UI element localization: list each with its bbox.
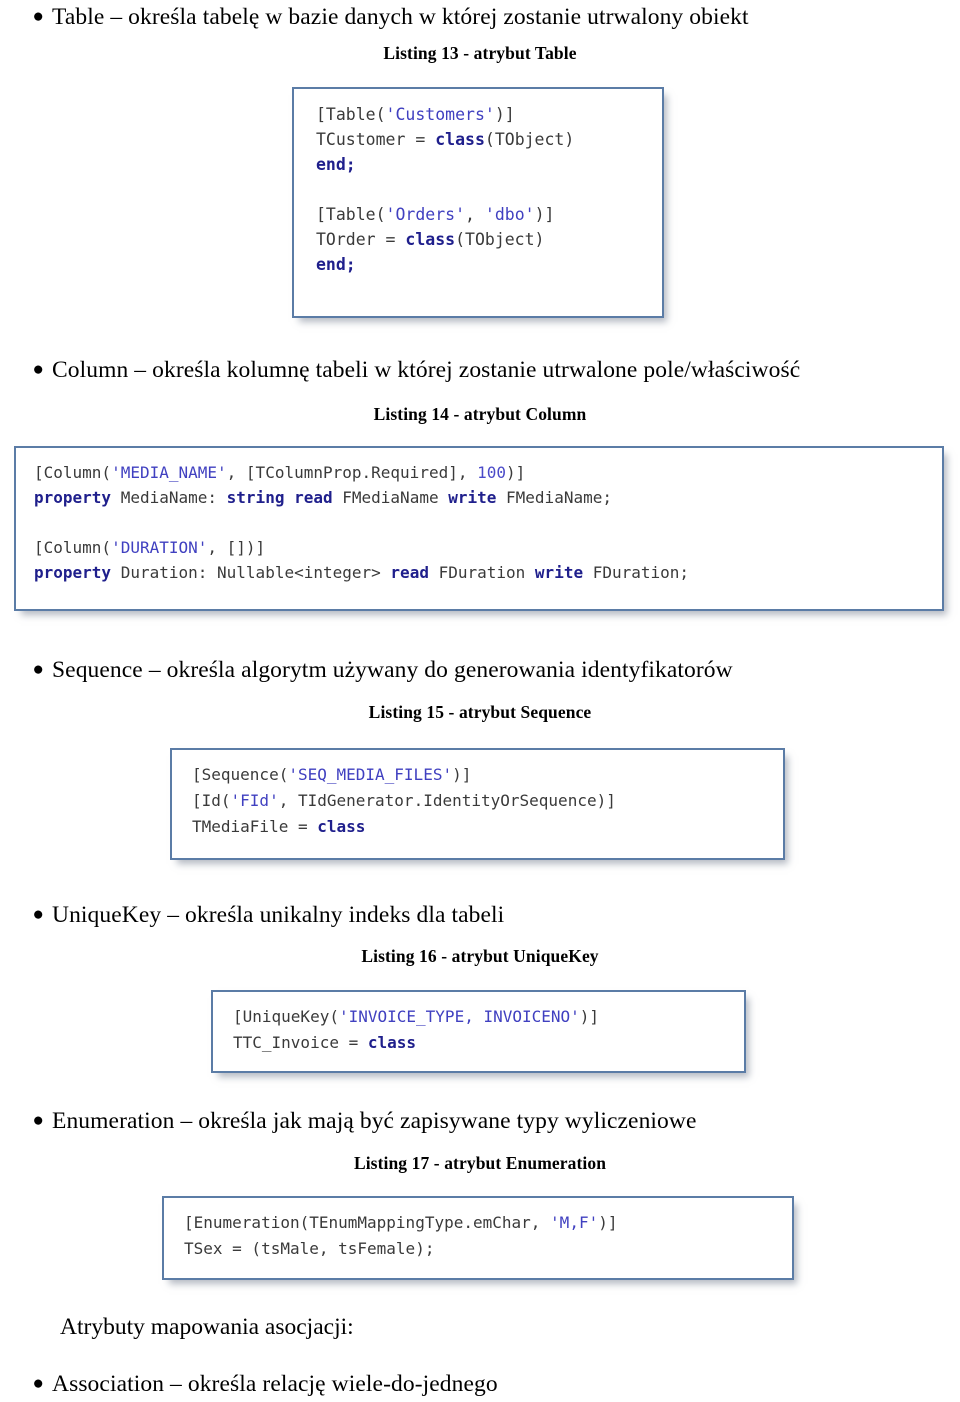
footer-heading-row: Atrybuty mapowania asocjacji: [0, 1312, 960, 1342]
listing-caption-14: Listing 14 - atrybut Column [373, 404, 587, 424]
bullet-item-table: ● Table – określa tabelę w bazie danych … [0, 2, 960, 32]
bullet-text-association: Association – określa relację wiele-do-j… [52, 1371, 498, 1397]
bullet-item-association: ● Association – określa relację wiele-do… [0, 1369, 960, 1399]
bullet-text-table: Table – określa tabelę w bazie danych w … [52, 4, 749, 30]
bullet-item-column: ● Column – określa kolumnę tabeli w któr… [0, 355, 960, 385]
code-content-column: [Column('MEDIA_NAME', [TColumnProp.Requi… [34, 463, 690, 582]
listing-caption-17: Listing 17 - atrybut Enumeration [353, 1153, 607, 1173]
bullet-marker-icon: ● [32, 904, 44, 925]
code-content-table: [Table('Customers')] TCustomer = class(T… [316, 105, 575, 274]
bullet-text-column: Column – określa kolumnę tabeli w której… [52, 357, 801, 383]
bullet-text-enumeration: Enumeration – określa jak mają być zapis… [52, 1108, 697, 1134]
bullet-item-sequence: ● Sequence – określa algorytm używany do… [0, 655, 960, 685]
bullet-marker-icon: ● [32, 6, 44, 27]
document-page: ● Table – określa tabelę w bazie danych … [0, 0, 960, 1402]
listing-caption-13: Listing 13 - atrybut Table [383, 43, 577, 63]
bullet-marker-icon: ● [32, 1110, 44, 1131]
code-block-column: [Column('MEDIA_NAME', [TColumnProp.Requi… [14, 446, 944, 611]
code-block-table: [Table('Customers')] TCustomer = class(T… [292, 87, 664, 318]
code-content-enumeration: [Enumeration(TEnumMappingType.emChar, 'M… [184, 1213, 618, 1258]
bullet-marker-icon: ● [32, 659, 44, 680]
code-block-sequence: [Sequence('SEQ_MEDIA_FILES')] [Id('FId',… [170, 748, 785, 860]
bullet-marker-icon: ● [32, 359, 44, 380]
listing-caption-16: Listing 16 - atrybut UniqueKey [361, 946, 599, 966]
bullet-item-uniquekey: ● UniqueKey – określa unikalny indeks dl… [0, 900, 960, 930]
code-content-sequence: [Sequence('SEQ_MEDIA_FILES')] [Id('FId',… [192, 765, 616, 836]
bullet-text-uniquekey: UniqueKey – określa unikalny indeks dla … [52, 902, 505, 928]
bullet-item-enumeration: ● Enumeration – określa jak mają być zap… [0, 1106, 960, 1136]
listing-caption-15: Listing 15 - atrybut Sequence [368, 702, 592, 722]
bullet-marker-icon: ● [32, 1373, 44, 1394]
bullet-text-sequence: Sequence – określa algorytm używany do g… [52, 657, 733, 683]
code-block-enumeration: [Enumeration(TEnumMappingType.emChar, 'M… [162, 1196, 794, 1280]
code-content-uniquekey: [UniqueKey('INVOICE_TYPE, INVOICENO')] T… [233, 1007, 600, 1052]
code-block-uniquekey: [UniqueKey('INVOICE_TYPE, INVOICENO')] T… [211, 990, 746, 1073]
footer-heading: Atrybuty mapowania asocjacji: [60, 1314, 354, 1340]
